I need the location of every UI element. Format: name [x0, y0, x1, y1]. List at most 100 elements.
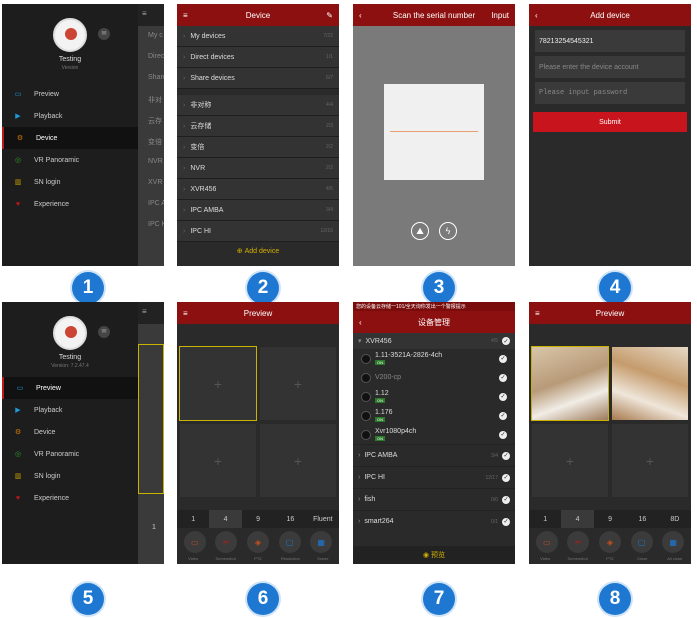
gallery-icon[interactable]: ⛰ [411, 222, 429, 240]
chevron-right-icon: › [183, 185, 186, 193]
menu-item-label: VR Panoramic [34, 156, 80, 164]
device-group-row[interactable]: › XVR456 4/5 [177, 179, 339, 200]
group-row[interactable]: › fish 0/0 ✓ [353, 488, 515, 510]
preview-button[interactable]: ◉ 预览 [353, 546, 515, 564]
strip-item: XVR [148, 179, 163, 186]
tool-button-1[interactable]: ✂ [215, 531, 238, 553]
check-icon[interactable]: ✓ [499, 411, 507, 420]
tool-button-4[interactable]: ▦ [310, 531, 333, 553]
split-tab-0[interactable]: 1 [529, 510, 561, 528]
group-row[interactable]: › smart264 0/1 ✓ [353, 510, 515, 532]
group-count: 12/17 [485, 474, 498, 481]
tool-button-0[interactable]: ▭ [535, 531, 558, 553]
device-row[interactable]: 1.176 ON ✓ [353, 406, 515, 425]
menu-item-1[interactable]: ▶ Playback [2, 399, 138, 421]
check-icon[interactable]: ✓ [502, 517, 510, 526]
menu-item-3[interactable]: ◎ VR Panoramic [2, 149, 138, 171]
split-tab-1[interactable]: 4 [561, 510, 594, 528]
menu-icon[interactable]: ≡ [138, 302, 164, 324]
menu-item-3[interactable]: ◎ VR Panoramic [2, 443, 138, 465]
device-name: 1.176 [375, 408, 393, 416]
menu-item-2[interactable]: ⚙ Device [2, 127, 138, 149]
account-input[interactable]: Please enter the device account [535, 56, 685, 78]
split-tab-4[interactable]: 8D [659, 510, 691, 528]
tool-button-3[interactable]: ▢ [278, 531, 301, 553]
tool-label: Close [637, 556, 648, 561]
menu-item-0[interactable]: ▭ Preview [2, 377, 138, 399]
tool-label: PTZ [254, 556, 262, 561]
device-row[interactable]: Xvr1080p4ch ON ✓ [353, 425, 515, 444]
preview-cell[interactable] [138, 344, 164, 494]
tool-button-2[interactable]: ◈ [246, 531, 269, 553]
device-row[interactable]: 1.11-3521A-2826-4ch ON ✓ [353, 349, 515, 368]
check-icon[interactable]: ✓ [502, 337, 510, 345]
input-link[interactable]: Input [491, 11, 509, 20]
password-input[interactable]: Please input password [535, 82, 685, 104]
split-tab-3[interactable]: 16 [626, 510, 658, 528]
menu-icon[interactable]: ≡ [138, 4, 164, 26]
preview-cell[interactable]: + [259, 423, 337, 498]
split-tab-2[interactable]: 9 [594, 510, 626, 528]
group-row[interactable]: ▾ XVR456 4/5 ✓ [353, 333, 515, 349]
check-icon[interactable]: ✓ [502, 495, 510, 504]
menu-item-5[interactable]: ♥ Experience [2, 193, 138, 215]
preview-grid: + + [529, 344, 691, 500]
device-row[interactable]: V200-cp ✓ [353, 368, 515, 387]
device-group-row[interactable]: › Direct devices 1/1 [177, 47, 339, 68]
flashlight-icon[interactable]: ϟ [439, 222, 457, 240]
device-group-row[interactable]: › My devices 7/22 [177, 26, 339, 47]
video-feed[interactable] [611, 346, 689, 421]
message-icon[interactable]: ✉ [98, 326, 110, 338]
title-bar: ‹ Add device [529, 4, 691, 26]
tool-button-4[interactable]: ▦ [662, 531, 685, 553]
menu-item-0[interactable]: ▭ Preview [2, 83, 138, 105]
menu-item-label: Preview [34, 90, 59, 98]
group-row[interactable]: › IPC AMBA 3/4 ✓ [353, 444, 515, 466]
menu-item-5[interactable]: ♥ Experience [2, 487, 138, 509]
device-group-row[interactable]: › 云存储 2/3 [177, 116, 339, 137]
tool-button-2[interactable]: ◈ [598, 531, 621, 553]
device-group-row[interactable]: › 变倍 2/2 [177, 137, 339, 158]
tool-button-0[interactable]: ▭ [183, 531, 206, 553]
check-icon[interactable]: ✓ [499, 430, 507, 439]
avatar[interactable] [53, 18, 87, 52]
menu-item-2[interactable]: ⚙ Device [2, 421, 138, 443]
check-icon[interactable]: ✓ [502, 473, 510, 482]
device-group-row[interactable]: › 非对称 4/4 [177, 95, 339, 116]
preview-cell[interactable]: + [531, 423, 609, 498]
add-device-button[interactable]: ⊕ Add device [177, 242, 339, 260]
group-row[interactable]: › IPC HI 12/17 ✓ [353, 466, 515, 488]
submit-button[interactable]: Submit [533, 112, 687, 132]
check-icon[interactable]: ✓ [502, 451, 510, 460]
split-tab-2[interactable]: 9 [242, 510, 274, 528]
device-group-row[interactable]: › NVR 2/2 [177, 158, 339, 179]
split-tab-1[interactable]: 4 [209, 510, 242, 528]
split-tab-4[interactable]: Fluent [307, 510, 339, 528]
tab-1[interactable]: 1 [138, 494, 164, 531]
check-icon[interactable]: ✓ [499, 354, 507, 363]
device-row[interactable]: 1.12 ON ✓ [353, 387, 515, 406]
menu-item-4[interactable]: ▥ SN login [2, 465, 138, 487]
split-tab-3[interactable]: 16 [274, 510, 306, 528]
preview-cell[interactable]: + [179, 346, 257, 421]
device-group-row[interactable]: › Share devices 6/7 [177, 68, 339, 89]
tool-button-1[interactable]: ✂ [567, 531, 590, 553]
message-icon[interactable]: ✉ [98, 28, 110, 40]
menu-item-4[interactable]: ▥ SN login [2, 171, 138, 193]
preview-cell[interactable]: + [259, 346, 337, 421]
tool-label: Resolution [280, 556, 300, 561]
split-tab-0[interactable]: 1 [177, 510, 209, 528]
device-group-row[interactable]: › IPC AMBA 3/4 [177, 200, 339, 221]
avatar[interactable] [53, 316, 87, 350]
tool-button-3[interactable]: ▢ [630, 531, 653, 553]
user-name: Testing [58, 354, 82, 361]
menu-item-1[interactable]: ▶ Playback [2, 105, 138, 127]
video-feed[interactable] [531, 346, 609, 421]
serial-input[interactable]: 78213254545321 [535, 30, 685, 52]
check-icon[interactable]: ✓ [499, 373, 507, 382]
device-group-row[interactable]: › IPC HI 12/16 [177, 221, 339, 242]
preview-cell[interactable]: + [179, 423, 257, 498]
preview-cell[interactable]: + [611, 423, 689, 498]
barcode-icon: ▥ [14, 473, 22, 480]
check-icon[interactable]: ✓ [499, 392, 507, 401]
